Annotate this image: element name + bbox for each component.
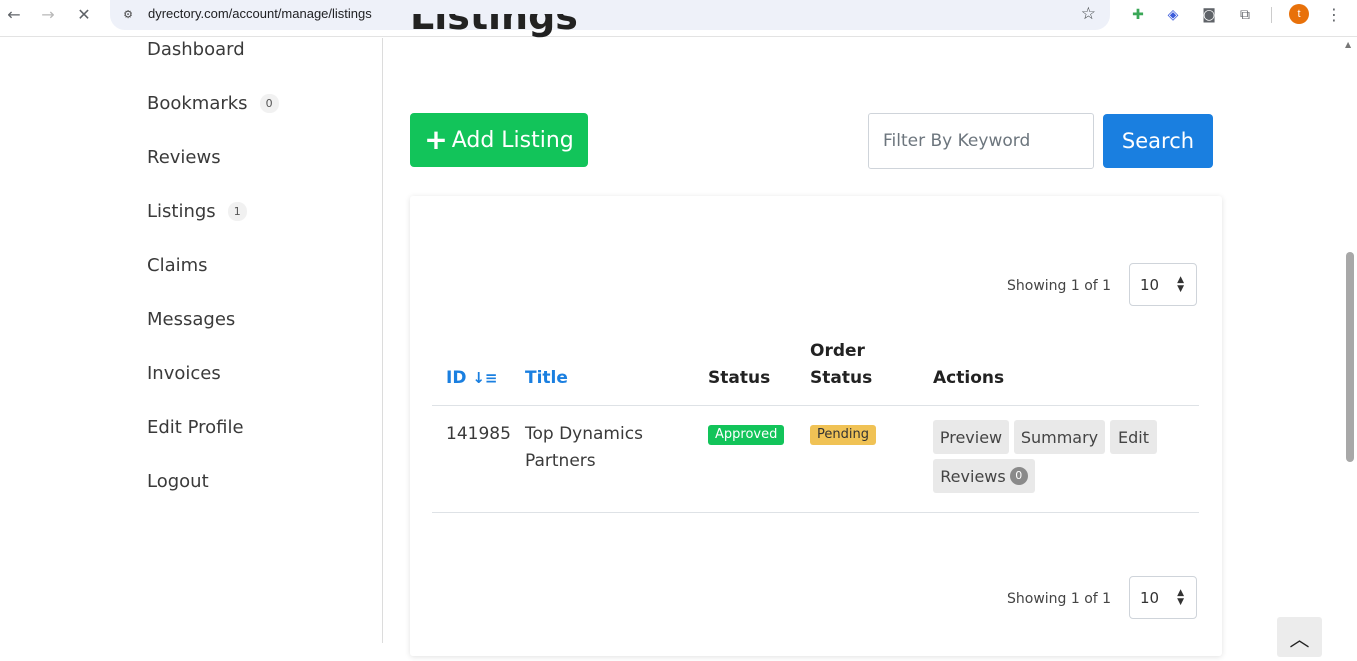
sidebar-item-label: Dashboard xyxy=(147,39,245,60)
reviews-button[interactable]: Reviews 0 xyxy=(933,459,1035,493)
select-caret-icon: ▲ ▼ xyxy=(1177,275,1184,294)
puzzle-icon[interactable]: ⧉ xyxy=(1235,5,1255,25)
page-title: Listings xyxy=(410,14,578,38)
scrollbar-thumb[interactable] xyxy=(1346,252,1354,462)
table-row-divider xyxy=(432,512,1199,513)
star-icon[interactable]: ☆ xyxy=(1081,4,1096,24)
preview-button[interactable]: Preview xyxy=(933,420,1009,454)
plus-icon: + xyxy=(424,123,448,156)
column-header-status: Status xyxy=(708,368,771,388)
listing-id: 141985 xyxy=(446,424,511,444)
sidebar-item-label: Edit Profile xyxy=(147,417,244,438)
select-caret-icon: ▲ ▼ xyxy=(1177,588,1184,607)
per-page-select-bottom[interactable]: 10 ▲ ▼ xyxy=(1129,576,1197,619)
column-header-title[interactable]: Title xyxy=(525,365,568,392)
chevron-up-icon: ︿ xyxy=(1289,627,1310,651)
browser-toolbar: ← → ✕ ⚙ dyrectory.com/account/manage/lis… xyxy=(0,0,1357,37)
sidebar-item-logout[interactable]: Logout xyxy=(147,471,209,492)
column-header-order-status: Order Status xyxy=(810,341,873,388)
status-badge: Approved xyxy=(708,425,785,445)
count-badge: 0 xyxy=(259,94,279,113)
per-page-select-top[interactable]: 10 ▲ ▼ xyxy=(1129,263,1197,306)
sort-desc-icon: ↓≡ xyxy=(472,369,498,387)
sidebar-item-invoices[interactable]: Invoices xyxy=(147,363,221,384)
close-icon[interactable]: ✕ xyxy=(73,4,95,26)
column-header-id[interactable]: ID ↓≡ xyxy=(446,365,498,392)
kebab-menu-icon[interactable]: ⋮ xyxy=(1324,5,1344,25)
add-listing-button[interactable]: + Add Listing xyxy=(410,113,588,167)
sidebar-item-label: Messages xyxy=(147,309,236,330)
sidebar-item-messages[interactable]: Messages xyxy=(147,309,235,330)
sidebar-item-dashboard[interactable]: Dashboard xyxy=(147,39,245,60)
sidebar-item-label: Bookmarks xyxy=(147,93,248,114)
avatar[interactable]: t xyxy=(1289,4,1309,24)
filter-keyword-input[interactable] xyxy=(868,113,1094,169)
showing-count-bottom: Showing 1 of 1 xyxy=(1007,591,1112,607)
url-text[interactable]: dyrectory.com/account/manage/listings xyxy=(148,6,372,21)
add-listing-label: Add Listing xyxy=(451,127,574,153)
summary-button[interactable]: Summary xyxy=(1014,420,1105,454)
sidebar-item-edit-profile[interactable]: Edit Profile xyxy=(147,417,244,438)
sidebar-item-label: Listings xyxy=(147,201,216,222)
showing-count-top: Showing 1 of 1 xyxy=(1007,278,1112,294)
sidebar-item-label: Invoices xyxy=(147,363,221,384)
extension-icon[interactable]: ✚ xyxy=(1128,5,1148,25)
order-status-badge: Pending xyxy=(810,425,876,445)
site-settings-icon[interactable]: ⚙ xyxy=(120,7,136,23)
search-button[interactable]: Search xyxy=(1103,114,1213,168)
back-arrow-icon[interactable]: ← xyxy=(3,4,25,26)
reviews-label: Reviews xyxy=(940,466,1006,486)
reviews-count-badge: 0 xyxy=(1009,467,1028,485)
camera-icon[interactable]: ◙ xyxy=(1199,5,1219,25)
sidebar-item-bookmarks[interactable]: Bookmarks 0 xyxy=(147,93,279,114)
sidebar-item-listings[interactable]: Listings 1 xyxy=(147,201,247,222)
sidebar-item-label: Claims xyxy=(147,255,208,276)
forward-arrow-icon[interactable]: → xyxy=(37,4,59,26)
toolbar-divider xyxy=(1271,7,1272,23)
edit-button[interactable]: Edit xyxy=(1110,420,1157,454)
listing-title[interactable]: Top Dynamics Partners xyxy=(525,421,643,475)
shield-extension-icon[interactable]: ◈ xyxy=(1163,5,1183,25)
sidebar-item-label: Reviews xyxy=(147,147,221,168)
table-header-divider xyxy=(432,405,1199,406)
back-to-top-button[interactable]: ︿ xyxy=(1277,617,1322,657)
count-badge: 1 xyxy=(227,202,247,221)
column-header-actions: Actions xyxy=(933,368,1005,388)
sidebar-item-claims[interactable]: Claims xyxy=(147,255,208,276)
address-bar[interactable]: ⚙ dyrectory.com/account/manage/listings … xyxy=(110,0,1110,30)
sidebar-item-reviews[interactable]: Reviews xyxy=(147,147,221,168)
scroll-up-icon[interactable]: ▲ xyxy=(1345,40,1351,49)
sidebar-item-label: Logout xyxy=(147,471,209,492)
account-sidebar xyxy=(0,38,383,643)
